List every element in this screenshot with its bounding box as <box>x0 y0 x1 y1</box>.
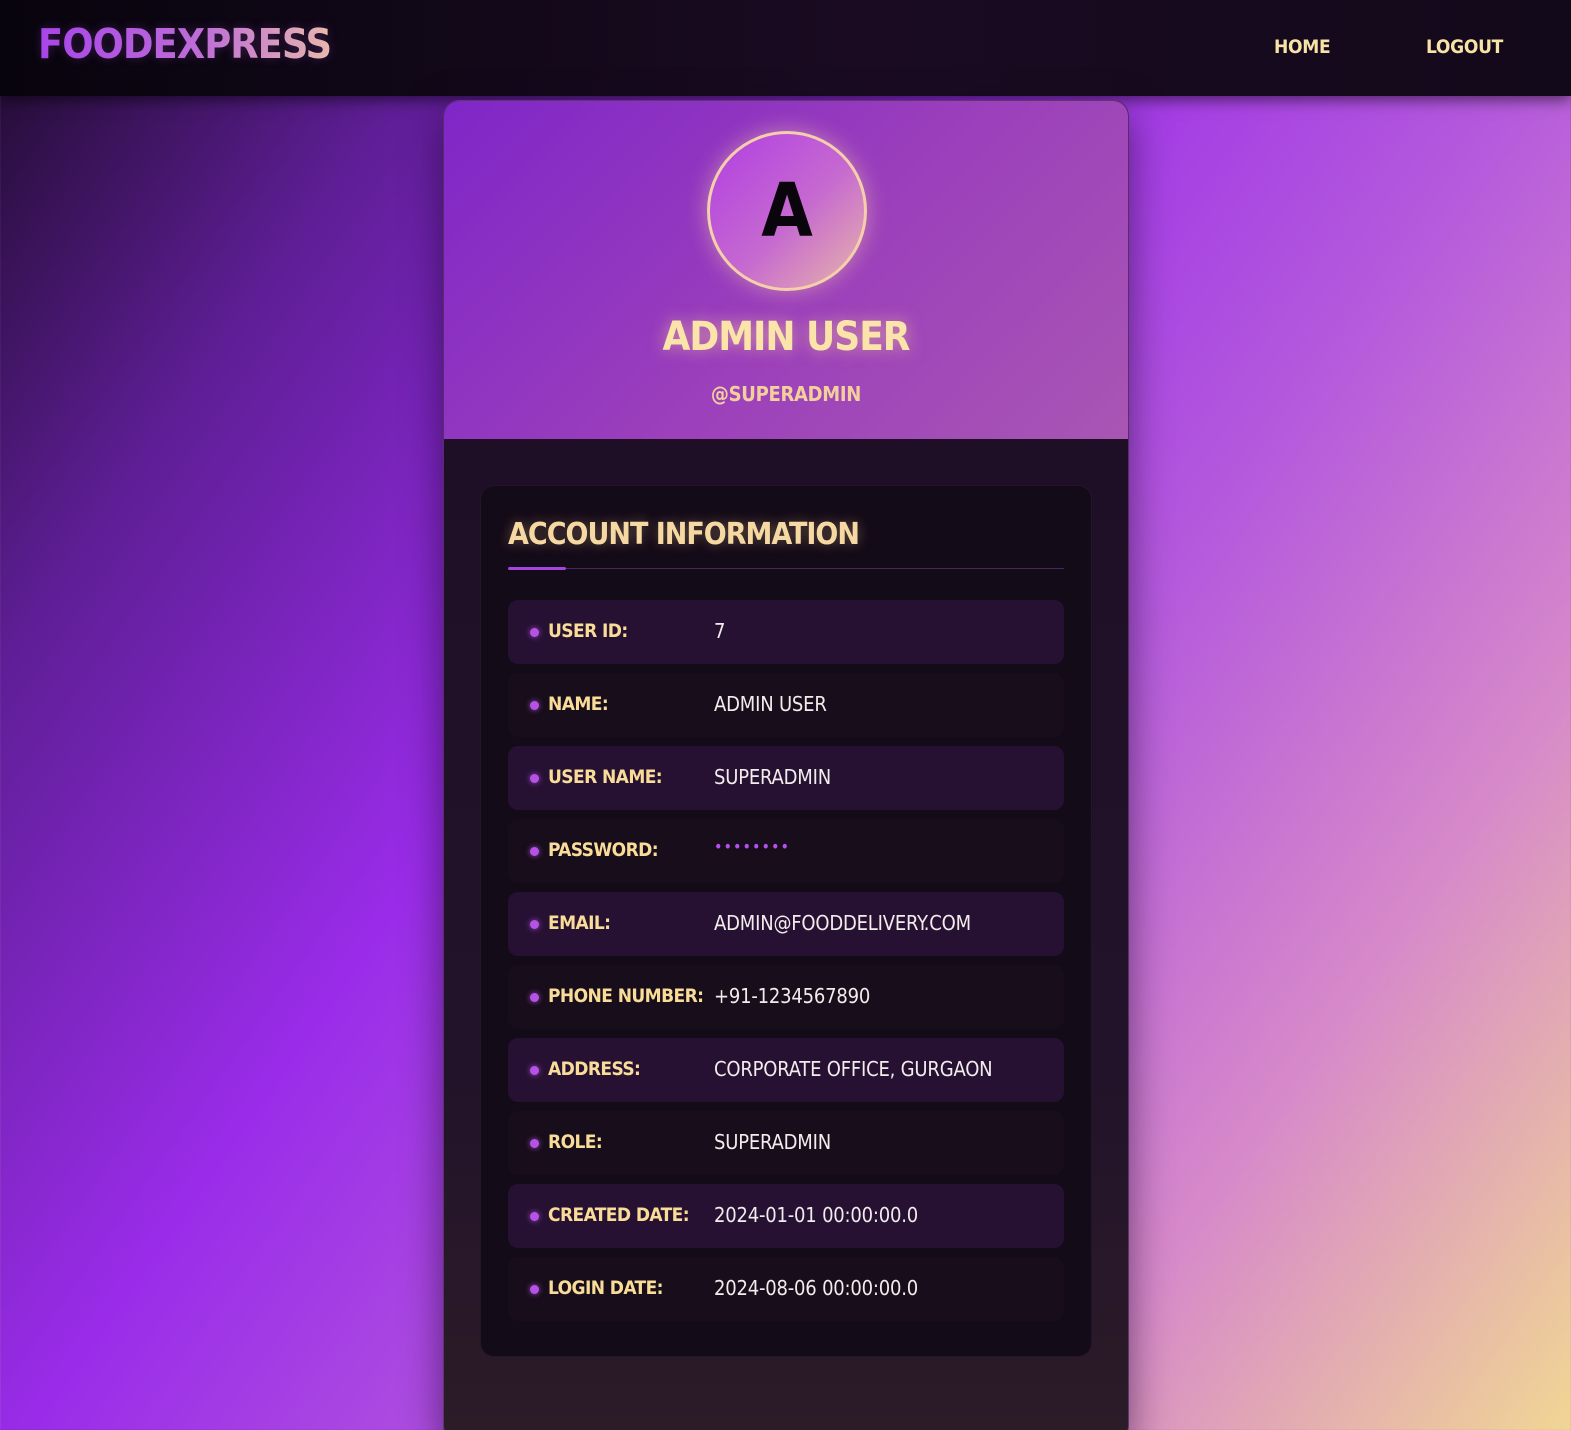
info-value: 2024-08-06 00:00:00.0 <box>714 1276 919 1300</box>
brand-logo[interactable]: FOODEXPRESS <box>38 20 332 68</box>
info-label: USER NAME: <box>548 766 663 788</box>
info-value: SUPERADMIN <box>714 765 831 789</box>
info-label: ROLE: <box>548 1131 603 1153</box>
bullet-icon <box>530 1066 539 1075</box>
info-row-password: PASSWORD: •••••••• <box>508 819 1064 883</box>
account-info-panel: ACCOUNT INFORMATION USER ID: 7 NAME: ADM… <box>480 485 1092 1357</box>
info-row-user-name: USER NAME: SUPERADMIN <box>508 746 1064 810</box>
info-label: NAME: <box>548 693 609 715</box>
info-value: ADMIN@FOODDELIVERY.COM <box>714 911 971 935</box>
nav-logout-link[interactable]: LOGOUT <box>1426 36 1503 58</box>
bullet-icon <box>530 628 539 637</box>
bullet-icon <box>530 1285 539 1294</box>
info-row-email: EMAIL: ADMIN@FOODDELIVERY.COM <box>508 892 1064 956</box>
profile-name: ADMIN USER <box>662 314 910 360</box>
profile-handle: @SUPERADMIN <box>710 382 862 406</box>
info-label: LOGIN DATE: <box>548 1277 664 1299</box>
info-value: +91-1234567890 <box>714 984 871 1008</box>
top-navbar: FOODEXPRESS HOME LOGOUT <box>0 0 1571 96</box>
bullet-icon <box>530 701 539 710</box>
info-row-phone: PHONE NUMBER: +91-1234567890 <box>508 965 1064 1029</box>
info-value: SUPERADMIN <box>714 1130 831 1154</box>
info-label: EMAIL: <box>548 912 611 934</box>
account-info-title: ACCOUNT INFORMATION <box>508 517 860 552</box>
info-label: USER ID: <box>548 620 628 642</box>
bullet-icon <box>530 1139 539 1148</box>
info-label: PHONE NUMBER: <box>548 985 704 1007</box>
info-value: CORPORATE OFFICE, GURGAON <box>714 1057 993 1081</box>
profile-card: A ADMIN USER @SUPERADMIN ACCOUNT INFORMA… <box>443 100 1129 1430</box>
profile-header: A ADMIN USER @SUPERADMIN <box>444 101 1128 439</box>
info-row-user-id: USER ID: 7 <box>508 600 1064 664</box>
info-label: ADDRESS: <box>548 1058 641 1080</box>
bullet-icon <box>530 920 539 929</box>
info-row-created-date: CREATED DATE: 2024-01-01 00:00:00.0 <box>508 1184 1064 1248</box>
info-value: 7 <box>714 619 726 643</box>
info-value: 2024-01-01 00:00:00.0 <box>714 1203 919 1227</box>
info-label: CREATED DATE: <box>548 1204 690 1226</box>
title-divider <box>508 568 1064 569</box>
password-mask: •••••••• <box>714 837 790 856</box>
info-row-name: NAME: ADMIN USER <box>508 673 1064 737</box>
title-divider-accent <box>508 567 566 570</box>
info-row-address: ADDRESS: CORPORATE OFFICE, GURGAON <box>508 1038 1064 1102</box>
info-row-role: ROLE: SUPERADMIN <box>508 1111 1064 1175</box>
info-row-login-date: LOGIN DATE: 2024-08-06 00:00:00.0 <box>508 1257 1064 1321</box>
bullet-icon <box>530 774 539 783</box>
info-label: PASSWORD: <box>548 839 659 861</box>
bullet-icon <box>530 847 539 856</box>
bullet-icon <box>530 1212 539 1221</box>
info-value: ADMIN USER <box>714 692 827 716</box>
avatar: A <box>707 131 867 291</box>
bullet-icon <box>530 993 539 1002</box>
nav-home-link[interactable]: HOME <box>1274 36 1331 58</box>
